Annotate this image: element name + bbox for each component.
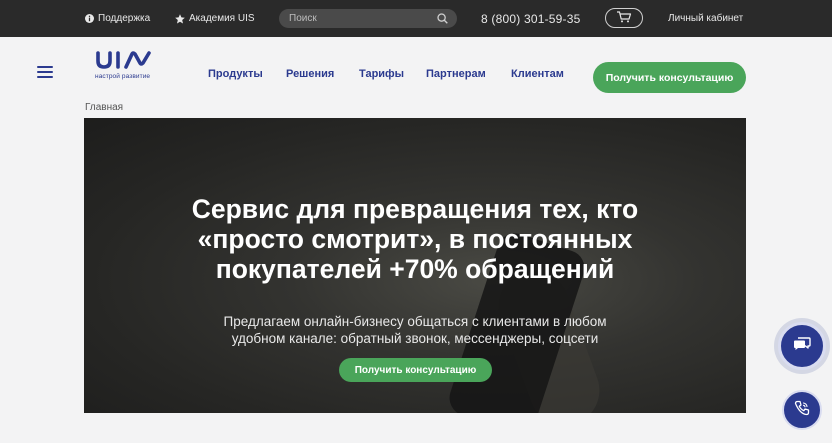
nav-products[interactable]: Продукты <box>208 68 263 80</box>
phone-icon <box>794 400 810 421</box>
star-icon <box>175 13 185 24</box>
info-icon <box>84 14 94 24</box>
logo[interactable]: настрой развитие <box>95 49 161 83</box>
cart-icon <box>616 10 632 26</box>
hero-consultation-button[interactable]: Получить консультацию <box>339 358 492 382</box>
search-box <box>279 9 457 28</box>
support-link[interactable]: Поддержка <box>84 0 150 37</box>
hero-title-line: покупателей +70% обращений <box>215 254 615 284</box>
menu-icon[interactable] <box>37 66 53 78</box>
hero-subtitle-line: удобном канале: обратный звонок, мессенд… <box>231 331 599 346</box>
logo-tagline: настрой развитие <box>95 73 151 80</box>
cabinet-link[interactable]: Личный кабинет <box>668 0 743 37</box>
phone-number[interactable]: 8 (800) 301-59-35 <box>481 0 580 37</box>
nav-solutions[interactable]: Решения <box>286 68 334 80</box>
hero-subtitle: Предлагаем онлайн-бизнесу общаться с кли… <box>84 313 746 347</box>
academy-link[interactable]: Академия UIS <box>175 0 255 37</box>
nav-tariffs[interactable]: Тарифы <box>359 68 404 80</box>
academy-label: Академия UIS <box>189 13 255 24</box>
cart-button[interactable] <box>605 8 643 28</box>
get-consultation-button[interactable]: Получить консультацию <box>593 62 746 93</box>
hero-title: Сервис для превращения тех, кто «просто … <box>84 194 746 284</box>
hero-banner: Сервис для превращения тех, кто «просто … <box>84 118 746 413</box>
uis-logo-mark <box>96 51 151 69</box>
chat-widget-button[interactable] <box>778 322 826 370</box>
support-label: Поддержка <box>98 13 151 24</box>
nav-partners[interactable]: Партнерам <box>426 68 486 80</box>
hero-title-line: Сервис для превращения тех, кто <box>191 194 639 224</box>
breadcrumb[interactable]: Главная <box>85 102 123 113</box>
top-bar: Поддержка Академия UIS 8 (800) 301-59-35… <box>0 0 832 37</box>
search-icon[interactable] <box>437 13 448 24</box>
search-input[interactable] <box>289 13 429 24</box>
nav-clients[interactable]: Клиентам <box>511 68 564 80</box>
chat-icon <box>793 336 811 356</box>
callback-button[interactable] <box>782 390 822 430</box>
hero-subtitle-line: Предлагаем онлайн-бизнесу общаться с кли… <box>223 314 607 329</box>
hero-title-line: «просто смотрит», в постоянных <box>197 224 633 254</box>
